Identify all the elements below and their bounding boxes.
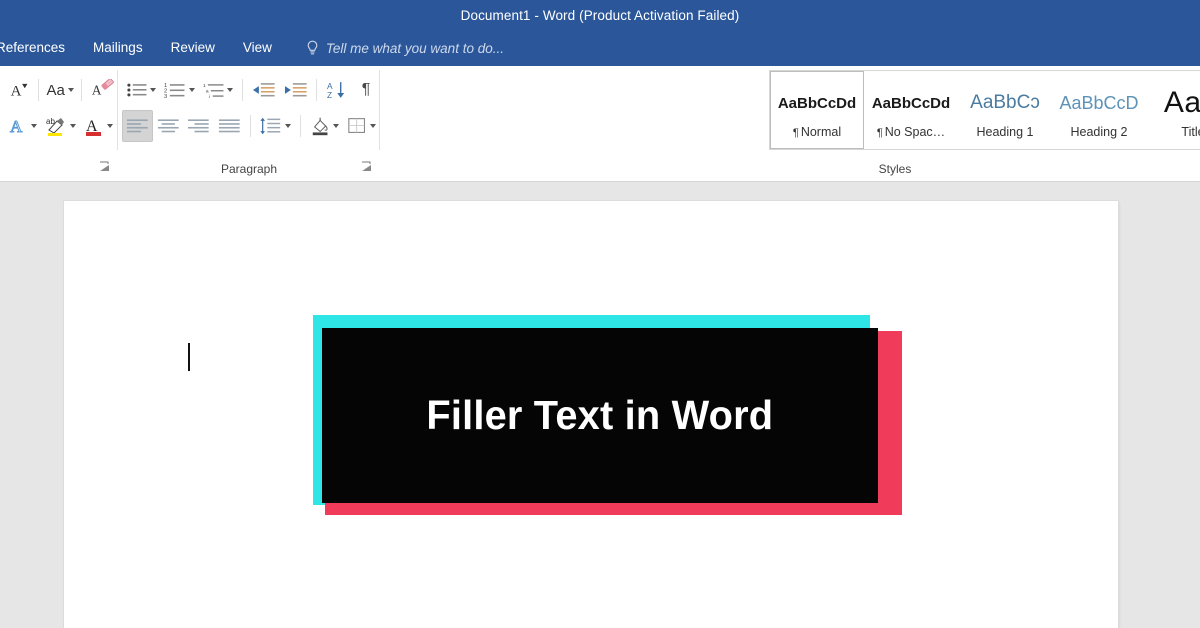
- style-item-heading-1[interactable]: AaBbCɔ Heading 1: [958, 71, 1052, 149]
- sort-button[interactable]: A Z: [322, 74, 352, 106]
- style-sample: AaBbCcDd: [771, 81, 863, 125]
- change-case-button[interactable]: Aa: [44, 74, 76, 106]
- document-area: Filler Text in Word: [0, 183, 1200, 628]
- svg-text:i: i: [209, 94, 210, 99]
- hero-graphic[interactable]: Filler Text in Word: [313, 315, 893, 520]
- font-group-row-2: A ab: [0, 108, 118, 144]
- style-name: ¶Normal: [793, 125, 841, 139]
- tell-me-search[interactable]: Tell me what you want to do...: [306, 40, 504, 56]
- line-spacing-button[interactable]: [255, 110, 294, 142]
- divider: [81, 79, 82, 101]
- pilcrow-icon: ¶: [793, 127, 799, 139]
- align-right-button[interactable]: [183, 110, 214, 142]
- show-formatting-marks-button[interactable]: ¶: [352, 74, 380, 106]
- text-cursor: [188, 343, 190, 371]
- ribbon: A Aa A: [0, 66, 1200, 182]
- word-window: Document1 - Word (Product Activation Fai…: [0, 0, 1200, 628]
- text-highlight-color-button[interactable]: ab: [41, 110, 80, 142]
- borders-button[interactable]: [343, 110, 380, 142]
- style-item-normal[interactable]: AaBbCcDd ¶Normal: [770, 71, 864, 149]
- font-group-row-1: A Aa A: [0, 72, 118, 108]
- text-effects-button[interactable]: A: [4, 110, 41, 142]
- style-name: ¶No Spac…: [877, 125, 945, 139]
- styles-group-label: Styles: [380, 158, 1200, 180]
- ribbon-group-font: A Aa A: [0, 66, 118, 154]
- ribbon-tab-strip: References Mailings Review View Tell me …: [0, 30, 1200, 66]
- chevron-down-icon[interactable]: [333, 124, 339, 128]
- clear-formatting-button[interactable]: A: [87, 74, 118, 106]
- lightbulb-icon: [306, 40, 319, 56]
- title-bar: Document1 - Word (Product Activation Fai…: [0, 0, 1200, 30]
- increase-indent-button[interactable]: [280, 74, 312, 106]
- svg-text:3: 3: [164, 94, 167, 99]
- chevron-down-icon[interactable]: [68, 88, 74, 92]
- svg-text:1: 1: [203, 83, 206, 89]
- styles-gallery[interactable]: AaBbCcDd ¶Normal AaBbCcDd ¶No Spac… AaBb…: [769, 70, 1200, 150]
- align-center-button[interactable]: [153, 110, 184, 142]
- window-title: Document1 - Word (Product Activation Fai…: [461, 8, 740, 23]
- tab-view[interactable]: View: [229, 30, 286, 66]
- style-item-heading-2[interactable]: AaBbCcD Heading 2: [1052, 71, 1146, 149]
- pilcrow-icon: ¶: [877, 127, 883, 139]
- divider: [316, 79, 317, 101]
- chevron-down-icon[interactable]: [70, 124, 76, 128]
- tab-references[interactable]: References: [0, 30, 79, 66]
- chevron-down-icon[interactable]: [227, 88, 233, 92]
- style-name-text: Normal: [801, 125, 841, 139]
- tab-review[interactable]: Review: [157, 30, 229, 66]
- bullets-button[interactable]: [122, 74, 160, 106]
- svg-text:Z: Z: [327, 90, 332, 100]
- align-left-button[interactable]: [122, 110, 153, 142]
- ribbon-group-paragraph: 1 2 3 1 a: [118, 66, 380, 154]
- chevron-down-icon[interactable]: [189, 88, 195, 92]
- style-item-title[interactable]: AaB Title: [1146, 71, 1200, 149]
- chevron-down-icon[interactable]: [370, 124, 376, 128]
- tell-me-placeholder: Tell me what you want to do...: [326, 41, 504, 56]
- ribbon-group-styles: AaBbCcDd ¶Normal AaBbCcDd ¶No Spac… AaBb…: [380, 66, 1200, 154]
- multilevel-list-button[interactable]: 1 a i: [199, 74, 237, 106]
- decrease-indent-button[interactable]: [248, 74, 280, 106]
- justify-button[interactable]: [214, 110, 245, 142]
- change-case-label: Aa: [46, 82, 64, 99]
- paragraph-group-row-2: [118, 108, 380, 144]
- font-dialog-launcher[interactable]: [98, 161, 112, 175]
- document-page[interactable]: Filler Text in Word: [64, 201, 1118, 628]
- divider: [242, 79, 243, 101]
- style-name-text: Title: [1181, 125, 1200, 139]
- paragraph-group-label: Paragraph: [118, 158, 380, 180]
- ribbon-groups: A Aa A: [0, 66, 1200, 154]
- divider: [250, 115, 251, 137]
- style-sample: AaB: [1147, 81, 1200, 125]
- pilcrow-icon: ¶: [362, 81, 371, 99]
- divider: [38, 79, 39, 101]
- shading-button[interactable]: [306, 110, 343, 142]
- style-name-text: Heading 2: [1071, 125, 1128, 139]
- black-panel: Filler Text in Word: [322, 328, 878, 503]
- shrink-font-button[interactable]: A: [4, 74, 33, 106]
- hero-heading: Filler Text in Word: [427, 392, 774, 439]
- svg-text:A: A: [11, 83, 22, 99]
- style-name-text: No Spac…: [885, 125, 945, 139]
- style-sample: AaBbCcD: [1053, 81, 1145, 125]
- chevron-down-icon[interactable]: [150, 88, 156, 92]
- paragraph-group-row-1: 1 2 3 1 a: [118, 72, 380, 108]
- paragraph-dialog-launcher[interactable]: [360, 161, 374, 175]
- svg-text:A: A: [10, 117, 23, 136]
- style-name-text: Heading 1: [977, 125, 1034, 139]
- font-color-button[interactable]: A: [80, 110, 117, 142]
- chevron-down-icon[interactable]: [285, 124, 291, 128]
- tab-mailings[interactable]: Mailings: [79, 30, 157, 66]
- style-item-no-spacing[interactable]: AaBbCcDd ¶No Spac…: [864, 71, 958, 149]
- svg-text:a: a: [206, 89, 209, 94]
- svg-text:A: A: [92, 82, 102, 97]
- style-sample: AaBbCɔ: [959, 81, 1051, 125]
- style-sample: AaBbCcDd: [865, 81, 957, 125]
- chevron-down-icon[interactable]: [107, 124, 113, 128]
- chevron-down-icon[interactable]: [31, 124, 37, 128]
- divider: [300, 115, 301, 137]
- numbering-button[interactable]: 1 2 3: [160, 74, 198, 106]
